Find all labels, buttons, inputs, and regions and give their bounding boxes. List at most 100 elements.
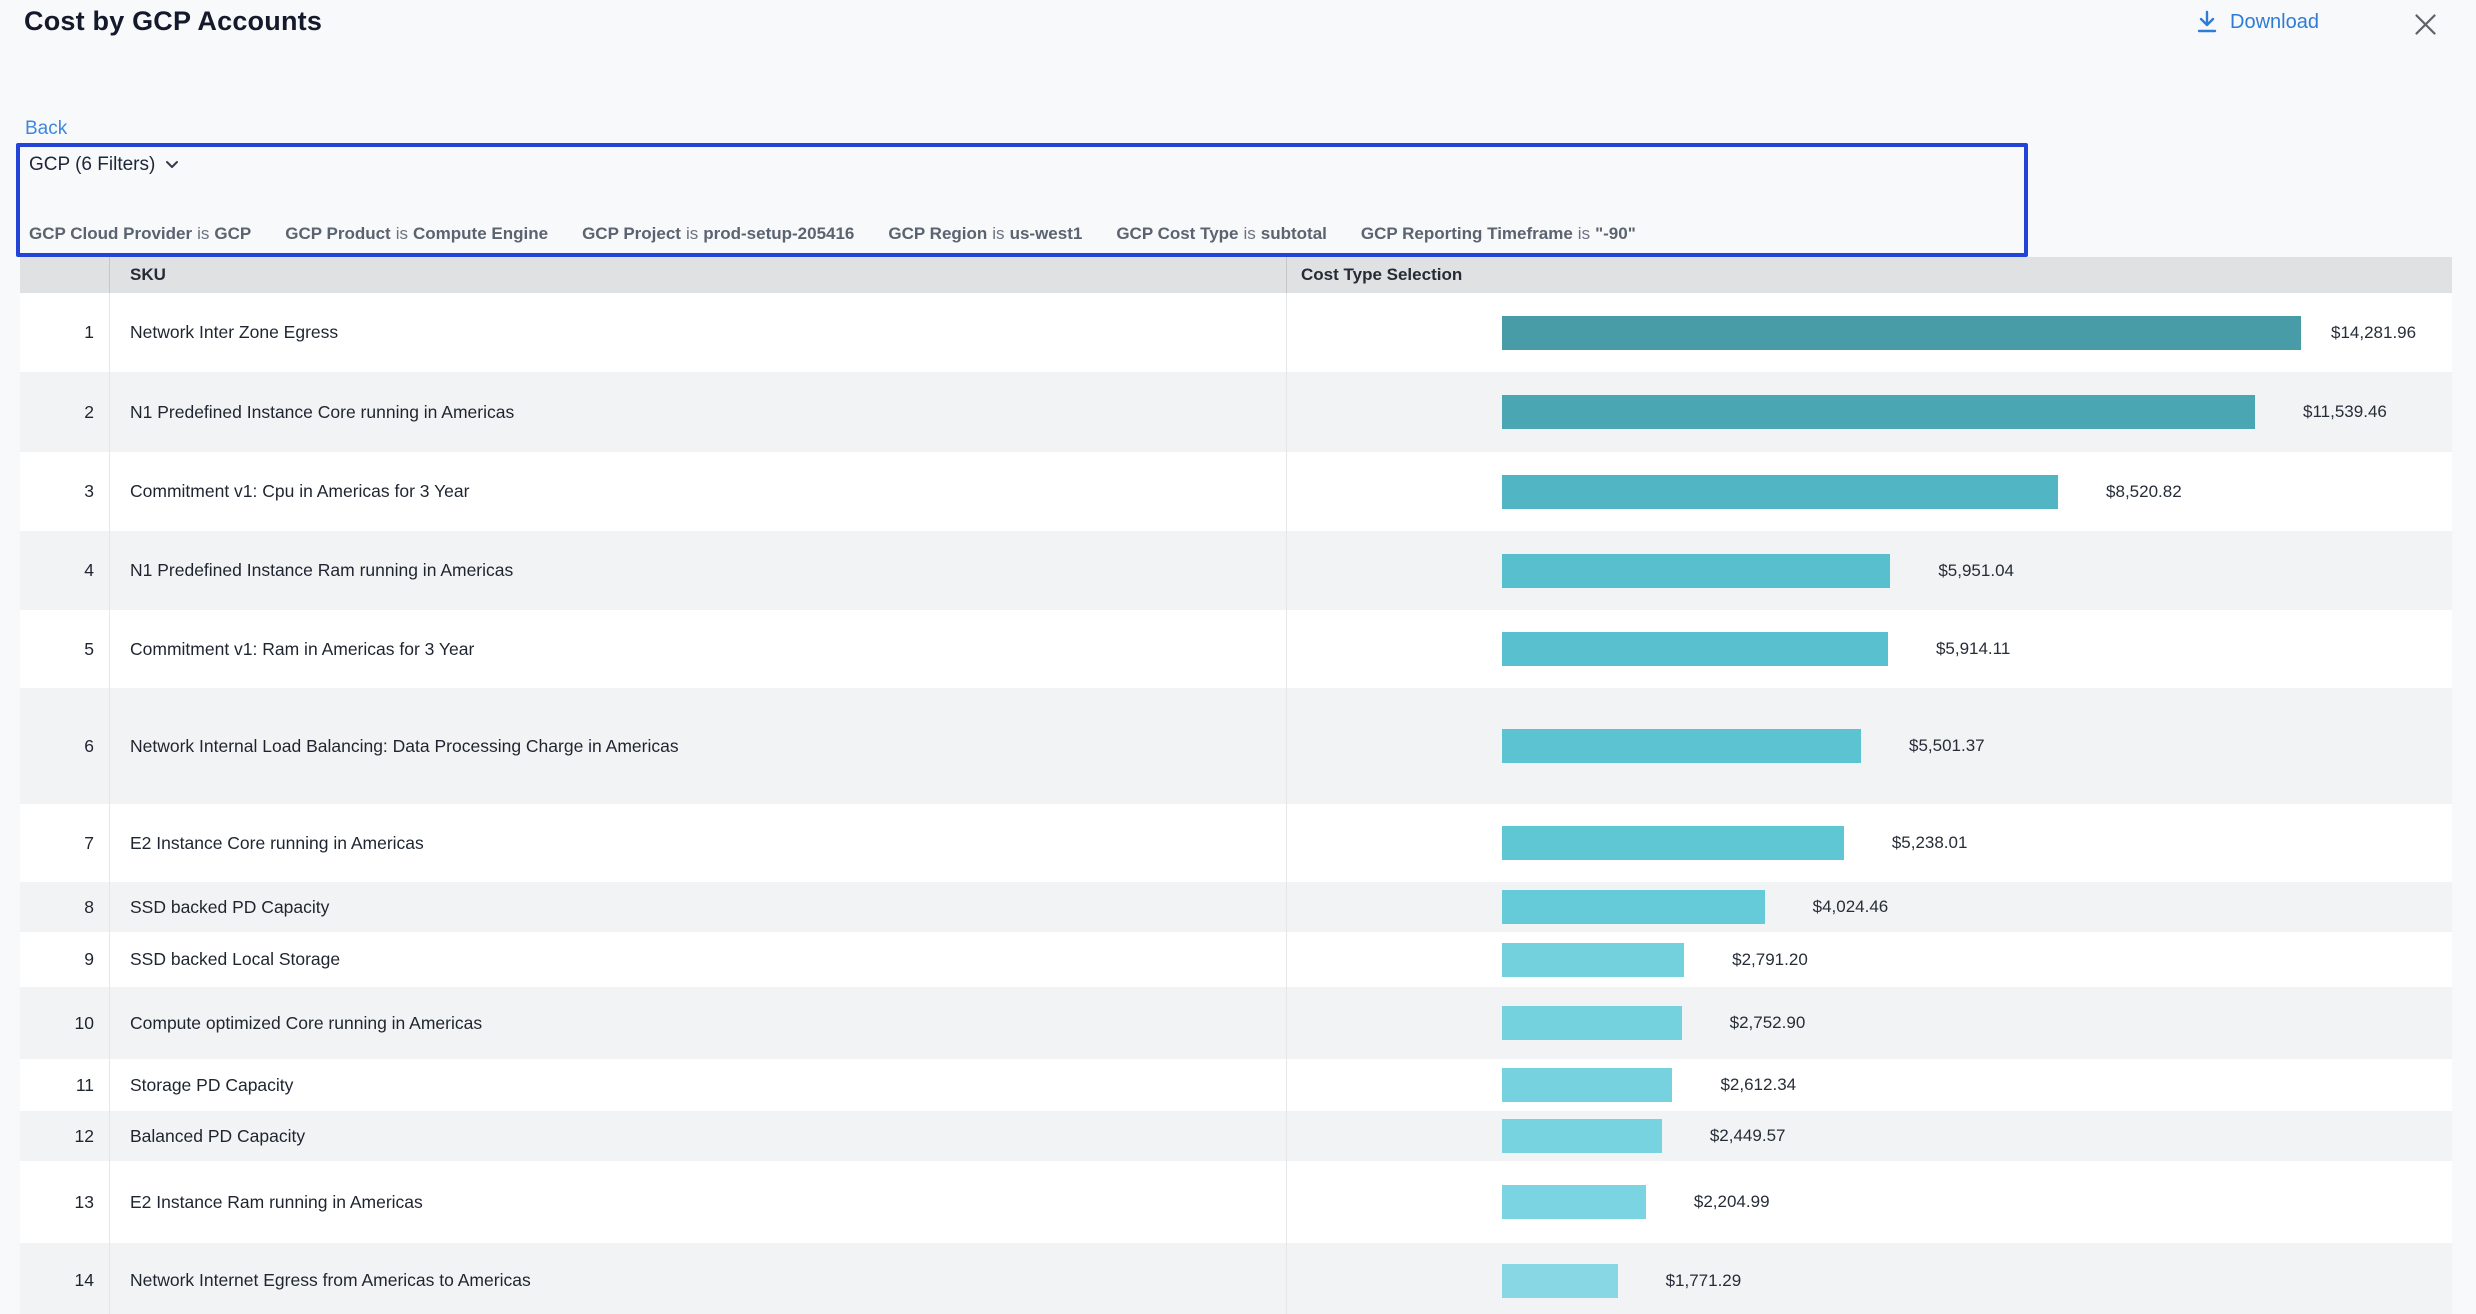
cost-bar[interactable] <box>1502 1006 1682 1040</box>
row-index: 4 <box>20 531 110 610</box>
cost-bar[interactable] <box>1502 826 1844 860</box>
filter-chip[interactable]: GCP Product isCompute Engine <box>285 224 548 244</box>
row-index: 10 <box>20 987 110 1059</box>
header-cost-type-selection-column[interactable]: Cost Type Selection <box>1287 257 2452 293</box>
filter-operator: is <box>197 224 209 244</box>
bar-cell: $14,281.96 <box>1287 293 2452 372</box>
row-index: 3 <box>20 452 110 531</box>
table-row[interactable]: 7E2 Instance Core running in Americas$5,… <box>20 804 2452 882</box>
filter-chip[interactable]: GCP Projectisprod-setup-205416 <box>582 224 854 244</box>
filter-chip[interactable]: GCP Reporting Timeframeis"-90" <box>1361 224 1636 244</box>
table-row[interactable]: 2N1 Predefined Instance Core running in … <box>20 372 2452 452</box>
table-row[interactable]: 10Compute optimized Core running in Amer… <box>20 987 2452 1059</box>
bar-amount: $2,752.90 <box>1730 1013 1806 1033</box>
bar-amount: $8,520.82 <box>2106 482 2182 502</box>
sku-cell: E2 Instance Ram running in Americas <box>110 1161 1287 1243</box>
header-sku-column[interactable]: SKU <box>110 257 1287 293</box>
row-index: 1 <box>20 293 110 372</box>
cost-bar[interactable] <box>1502 1185 1646 1219</box>
sku-cell: Balanced PD Capacity <box>110 1111 1287 1161</box>
download-button[interactable]: Download <box>2190 6 2325 38</box>
cost-bar[interactable] <box>1502 316 2301 350</box>
sku-cell: Commitment v1: Ram in Americas for 3 Yea… <box>110 610 1287 688</box>
cost-bar[interactable] <box>1502 729 1861 763</box>
filter-field: GCP Cost Type <box>1116 224 1238 244</box>
table-row[interactable]: 11Storage PD Capacity $2,612.34 <box>20 1059 2452 1111</box>
cost-bar[interactable] <box>1502 632 1888 666</box>
filter-value: Compute Engine <box>413 224 548 244</box>
table-row[interactable]: 9SSD backed Local Storage$2,791.20 <box>20 932 2452 987</box>
cost-bar[interactable] <box>1502 395 2255 429</box>
sku-cell: Storage PD Capacity <box>110 1059 1287 1111</box>
back-link[interactable]: Back <box>25 118 67 140</box>
table-header-row: SKU Cost Type Selection <box>20 257 2452 293</box>
row-index: 6 <box>20 688 110 804</box>
bar-amount: $2,791.20 <box>1732 950 1808 970</box>
sku-cell: E2 Instance Core running in Americas <box>110 804 1287 882</box>
cost-bar[interactable] <box>1502 943 1684 977</box>
filter-chips: GCP Cloud ProviderisGCPGCP ProductisComp… <box>29 224 2024 244</box>
filter-chip[interactable]: GCP Cloud ProviderisGCP <box>29 224 251 244</box>
filter-field: GCP Product <box>285 224 390 244</box>
table-row[interactable]: 13E2 Instance Ram running in Americas$2,… <box>20 1161 2452 1243</box>
bar-cell: $8,520.82 <box>1287 452 2452 531</box>
bar-cell: $2,612.34 <box>1287 1059 2452 1111</box>
cost-bar[interactable] <box>1502 1068 1672 1102</box>
bar-amount: $14,281.96 <box>2331 323 2416 343</box>
cost-bar[interactable] <box>1502 1119 1662 1153</box>
filter-chip[interactable]: GCP Regionisus-west1 <box>888 224 1082 244</box>
cost-bar[interactable] <box>1502 475 2058 509</box>
cost-bar[interactable] <box>1502 1264 1618 1298</box>
sku-cell: Network Inter Zone Egress <box>110 293 1287 372</box>
sku-cell: N1 Predefined Instance Ram running in Am… <box>110 531 1287 610</box>
filter-chip[interactable]: GCP Cost Typeissubtotal <box>1116 224 1327 244</box>
row-index: 5 <box>20 610 110 688</box>
cost-table: SKU Cost Type Selection 1Network Inter Z… <box>20 257 2452 1314</box>
filter-summary-label: GCP (6 Filters) <box>29 154 155 176</box>
close-button[interactable] <box>2408 6 2444 42</box>
bar-cell: $5,238.01 <box>1287 804 2452 882</box>
chevron-down-icon <box>164 159 180 171</box>
filter-field: GCP Reporting Timeframe <box>1361 224 1573 244</box>
filter-panel: GCP (6 Filters) GCP Cloud ProviderisGCPG… <box>16 143 2028 257</box>
bar-amount: $5,501.37 <box>1909 736 1985 756</box>
bar-cell: $1,771.29 <box>1287 1243 2452 1314</box>
cost-bar[interactable] <box>1502 890 1765 924</box>
filter-summary-dropdown[interactable]: GCP (6 Filters) <box>29 154 180 176</box>
bar-cell: $11,539.46 <box>1287 372 2452 452</box>
sku-cell: SSD backed Local Storage <box>110 932 1287 987</box>
filter-operator: is <box>1243 224 1255 244</box>
table-row[interactable]: 1Network Inter Zone Egress $14,281.96 <box>20 293 2452 372</box>
bar-amount: $2,612.34 <box>1720 1075 1796 1095</box>
row-index: 11 <box>20 1059 110 1111</box>
table-row[interactable]: 12Balanced PD Capacity $2,449.57 <box>20 1111 2452 1161</box>
bar-amount: $4,024.46 <box>1813 897 1889 917</box>
row-index: 8 <box>20 882 110 932</box>
row-index: 7 <box>20 804 110 882</box>
sku-cell: Compute optimized Core running in Americ… <box>110 987 1287 1059</box>
bar-cell: $5,914.11 <box>1287 610 2452 688</box>
table-row[interactable]: 4N1 Predefined Instance Ram running in A… <box>20 531 2452 610</box>
bar-cell: $5,501.37 <box>1287 688 2452 804</box>
table-row[interactable]: 14Network Internet Egress from Americas … <box>20 1243 2452 1314</box>
table-row[interactable]: 5Commitment v1: Ram in Americas for 3 Ye… <box>20 610 2452 688</box>
bar-cell: $4,024.46 <box>1287 882 2452 932</box>
table-row[interactable]: 8SSD backed PD Capacity $4,024.46 <box>20 882 2452 932</box>
filter-value: prod-setup-205416 <box>703 224 854 244</box>
row-index: 14 <box>20 1243 110 1314</box>
row-index: 12 <box>20 1111 110 1161</box>
sku-cell: SSD backed PD Capacity <box>110 882 1287 932</box>
filter-operator: is <box>992 224 1004 244</box>
table-body: 1Network Inter Zone Egress $14,281.96 2N1 … <box>20 293 2452 1314</box>
bar-amount: $2,449.57 <box>1710 1126 1786 1146</box>
cost-bar[interactable] <box>1502 554 1890 588</box>
download-label: Download <box>2230 11 2319 34</box>
filter-field: GCP Region <box>888 224 987 244</box>
table-row[interactable]: 3Commitment v1: Cpu in Americas for 3 Ye… <box>20 452 2452 531</box>
bar-amount: $1,771.29 <box>1666 1271 1742 1291</box>
filter-operator: is <box>396 224 408 244</box>
filter-field: GCP Project <box>582 224 681 244</box>
table-row[interactable]: 6Network Internal Load Balancing: Data P… <box>20 688 2452 804</box>
filter-operator: is <box>686 224 698 244</box>
filter-field: GCP Cloud Provider <box>29 224 192 244</box>
